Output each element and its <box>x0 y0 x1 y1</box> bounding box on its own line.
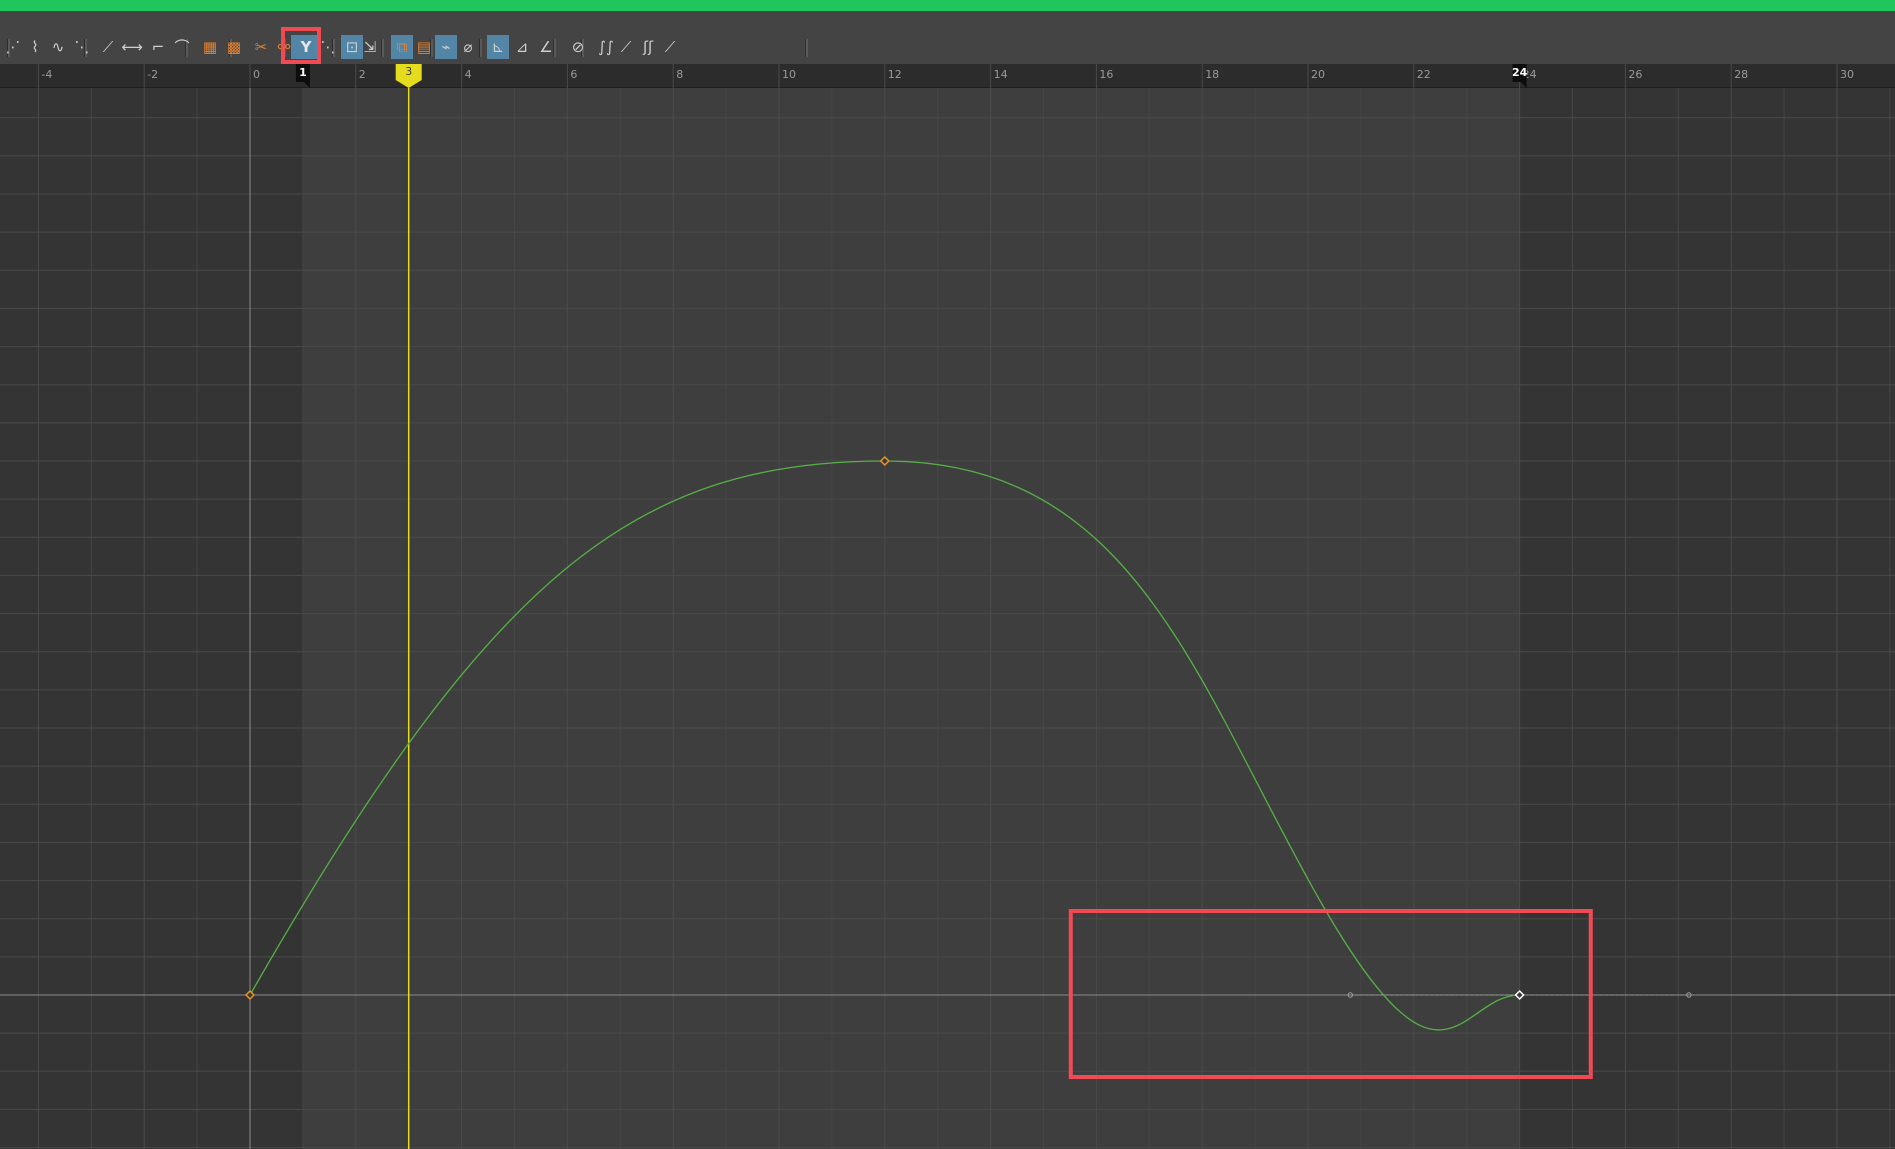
free-tangent-weight-icon: Y <box>300 37 312 56</box>
toolbar-separator <box>381 39 384 57</box>
auto-load-selection-icon: ⊡ <box>345 37 359 56</box>
ruler-tick-label: 8 <box>676 68 683 81</box>
range-start-label: 1 <box>299 66 307 79</box>
ruler-tick-label: -4 <box>41 68 52 81</box>
isolate-curve-button[interactable]: ⊘ <box>567 35 589 59</box>
swap-buffer-curve-button[interactable]: ▩ <box>223 35 245 59</box>
ruler-tick-label: 22 <box>1417 68 1431 81</box>
stacked-curves-button[interactable]: ∫∫ <box>595 35 617 59</box>
current-frame-label: 3 <box>405 65 412 78</box>
ruler-tick-label: 0 <box>253 68 260 81</box>
normalize-curves-icon: ⌁ <box>441 37 451 56</box>
cycle-offset-icon: ∠ <box>539 37 553 56</box>
ruler-tick-label: 10 <box>782 68 796 81</box>
ruler-tick-label: 20 <box>1311 68 1325 81</box>
ruler-tick-label: 12 <box>888 68 902 81</box>
ruler-tick-label: 16 <box>1099 68 1113 81</box>
tangent-spline-button[interactable]: ∿ <box>47 35 69 59</box>
tangent-plateau-icon: ⌒ <box>174 37 190 56</box>
toolbar-separator <box>805 39 808 57</box>
lock-tangent-weight-button[interactable]: ⋱ <box>317 35 339 59</box>
post-infinity-cycle-button[interactable]: ⊿ <box>511 35 533 59</box>
tangent-flat-icon: ⟷ <box>121 37 143 56</box>
show-tangents-button[interactable]: ⟋ <box>615 35 637 59</box>
buffer-curve-snapshot-icon: ▦ <box>202 37 218 56</box>
load-selected-button[interactable]: ⇲ <box>359 35 381 59</box>
tangent-plateau-button[interactable]: ⌒ <box>171 35 193 59</box>
isolate-curve-icon: ⊘ <box>571 37 585 56</box>
ruler-tick-label: 6 <box>570 68 577 81</box>
tangent-clamped-icon: ⋱ <box>74 37 90 56</box>
toolbar-separator <box>479 39 482 57</box>
playback-range-background <box>302 88 1520 1149</box>
show-tangents-icon: ⟋ <box>620 37 632 56</box>
ruler-tick-label: 26 <box>1628 68 1642 81</box>
unify-tangents-icon: ⚯ <box>277 37 291 56</box>
denormalize-curves-button[interactable]: ⌀ <box>457 35 479 59</box>
ruler-tick-label: 4 <box>465 68 472 81</box>
ruler-tick-label: -2 <box>147 68 158 81</box>
ruler-tick-label: 30 <box>1840 68 1854 81</box>
lock-tangent-weight-icon: ⋱ <box>320 37 336 56</box>
time-snap-button[interactable]: ⧉ <box>391 35 413 59</box>
post-infinity-cycle-icon: ⊿ <box>515 37 529 56</box>
denormalize-curves-icon: ⌀ <box>463 37 473 56</box>
tangent-step-icon: ⌐ <box>151 37 165 56</box>
curve-options-button[interactable]: ⟋ <box>659 35 681 59</box>
ruler-tick-label: 28 <box>1734 68 1748 81</box>
tangent-auto-button[interactable]: ⌇ <box>24 35 46 59</box>
normalize-curves-button[interactable]: ⌁ <box>435 35 457 59</box>
tangent-step-button[interactable]: ⌐ <box>147 35 169 59</box>
buffer-curve-snapshot-button[interactable]: ▦ <box>199 35 221 59</box>
pre-infinity-cycle-icon: ⊾ <box>491 37 505 56</box>
swap-buffer-curve-icon: ▩ <box>226 37 242 56</box>
load-selected-icon: ⇲ <box>363 37 377 56</box>
break-tangents-button[interactable]: ✂ <box>250 35 272 59</box>
range-end-label: 24 <box>1512 66 1528 79</box>
tangent-flat-button[interactable]: ⟷ <box>121 35 143 59</box>
curve-graph[interactable]: -4 -2 0 2 4 6 8 10 12 14 16 18 20 22 24 26 28 301 243 <box>0 64 1895 1149</box>
ruler-tick-label: 2 <box>359 68 366 81</box>
menu-bar <box>0 11 1895 30</box>
key-stats-icon: ⋰ <box>5 37 21 56</box>
graph-editor-canvas[interactable]: -4 -2 0 2 4 6 8 10 12 14 16 18 20 22 24 26 28 30 1 24 3 <box>0 64 1895 1149</box>
time-snap-icon: ⧉ <box>396 37 408 56</box>
curve-view-button[interactable]: ʃʃ <box>637 35 659 59</box>
window-title-bar <box>0 0 1895 11</box>
value-snap-icon: ▤ <box>416 37 432 56</box>
break-tangents-icon: ✂ <box>254 37 268 56</box>
tangent-auto-icon: ⌇ <box>31 37 39 56</box>
cycle-offset-button[interactable]: ∠ <box>535 35 557 59</box>
tangent-linear-button[interactable]: ⟋ <box>97 35 119 59</box>
graph-editor-toolbar: ⋰ ⌇ ∿ ⋱ ⟋ ⟷ ⌐ ⌒ ▦ ▩ ✂ ⚯ Y ⋱ ⊡ ⇲ ⧉ ▤ ⌁ ⌀ ⊾ ⊿ ∠ ⊘ ∫∫ ⟋ ʃʃ ⟋ <box>0 27 1895 64</box>
value-snap-button[interactable]: ▤ <box>413 35 435 59</box>
curve-view-icon: ʃʃ <box>642 37 654 56</box>
curve-options-icon: ⟋ <box>664 37 676 56</box>
tangent-clamped-button[interactable]: ⋱ <box>71 35 93 59</box>
key-stats-button[interactable]: ⋰ <box>2 35 24 59</box>
ruler-tick-label: 14 <box>994 68 1008 81</box>
time-ruler[interactable] <box>0 64 1895 88</box>
tangent-spline-icon: ∿ <box>51 37 65 56</box>
tangent-linear-icon: ⟋ <box>102 37 114 56</box>
ruler-tick-label: 18 <box>1205 68 1219 81</box>
pre-infinity-cycle-button[interactable]: ⊾ <box>487 35 509 59</box>
stacked-curves-icon: ∫∫ <box>598 37 614 56</box>
